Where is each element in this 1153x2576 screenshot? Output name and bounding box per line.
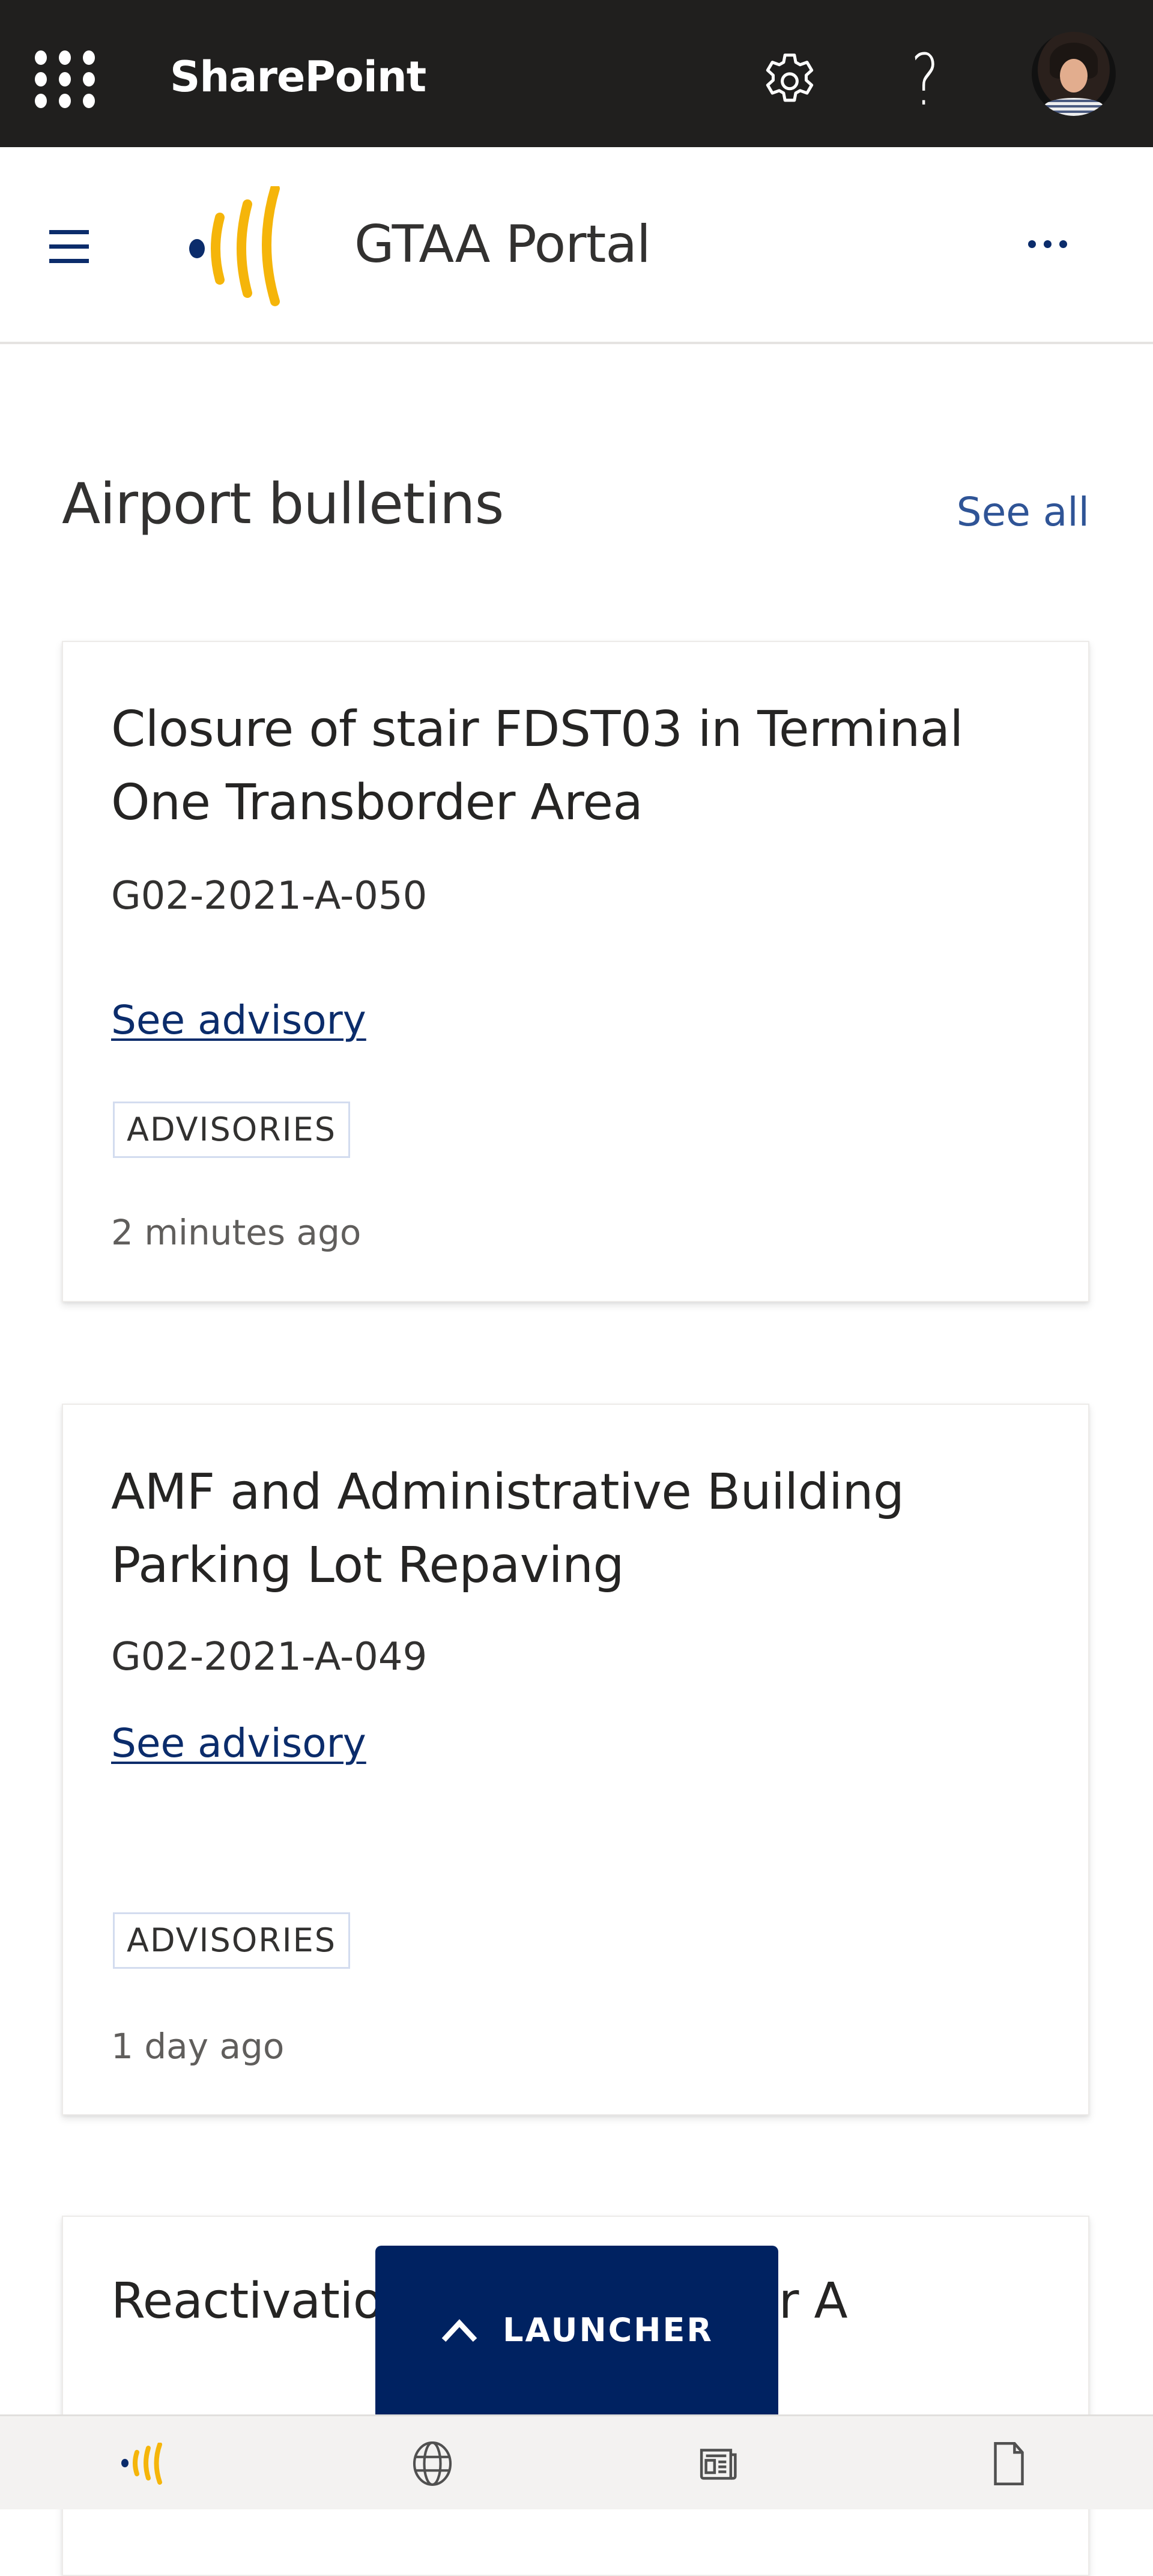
gear-icon [766, 53, 814, 102]
help-icon: ? [910, 38, 939, 121]
launcher-button[interactable]: LAUNCHER [375, 2246, 778, 2414]
globe-icon [413, 2441, 452, 2486]
nav-item-news[interactable] [576, 2416, 865, 2511]
section-title: Airport bulletins [62, 471, 504, 537]
avatar[interactable] [1032, 32, 1116, 116]
hamburger-icon[interactable] [46, 225, 92, 267]
nav-item-files[interactable] [865, 2416, 1153, 2511]
bulletin-time: 2 minutes ago [111, 1212, 362, 1253]
bulletin-title-start: Reactivatio [111, 2273, 383, 2330]
site-title[interactable]: GTAA Portal [354, 211, 651, 277]
waffle-icon[interactable] [35, 50, 95, 108]
category-tag[interactable]: ADVISORIES [113, 1102, 351, 1158]
bottom-nav [0, 2414, 1153, 2509]
bulletin-time: 1 day ago [111, 2026, 285, 2067]
bulletin-card[interactable]: AMF and Administrative Building Parking … [62, 1404, 1089, 2115]
nav-item-home[interactable] [0, 2416, 288, 2511]
document-icon [994, 2442, 1024, 2485]
see-advisory-link[interactable]: See advisory [111, 995, 366, 1046]
app-name[interactable]: SharePoint [170, 47, 426, 107]
launcher-label: LAUNCHER [503, 2311, 713, 2349]
see-all-link[interactable]: See all [957, 485, 1089, 539]
bulletin-code: G02-2021-A-049 [111, 1635, 428, 1679]
settings-button[interactable] [757, 47, 823, 113]
news-icon [700, 2449, 737, 2480]
gtaa-logo[interactable] [180, 184, 312, 306]
category-tag[interactable]: ADVISORIES [113, 1912, 351, 1969]
bulletin-title[interactable]: Closure of stair FDST03 in Terminal One … [111, 693, 1040, 840]
bulletin-card[interactable]: Closure of stair FDST03 in Terminal One … [62, 641, 1089, 1302]
site-header: GTAA Portal [0, 147, 1153, 344]
chevron-up-icon [441, 2318, 477, 2342]
bulletin-title[interactable]: AMF and Administrative Building Parking … [111, 1456, 1040, 1602]
see-advisory-link[interactable]: See advisory [111, 1718, 366, 1769]
bulletin-code: G02-2021-A-050 [111, 874, 428, 918]
nav-item-sites[interactable] [288, 2416, 576, 2511]
suite-bar: SharePoint ? [0, 0, 1153, 147]
gtaa-logo-icon [121, 2443, 162, 2485]
more-ellipsis-icon[interactable] [1015, 222, 1081, 264]
help-button[interactable]: ? [892, 38, 958, 121]
